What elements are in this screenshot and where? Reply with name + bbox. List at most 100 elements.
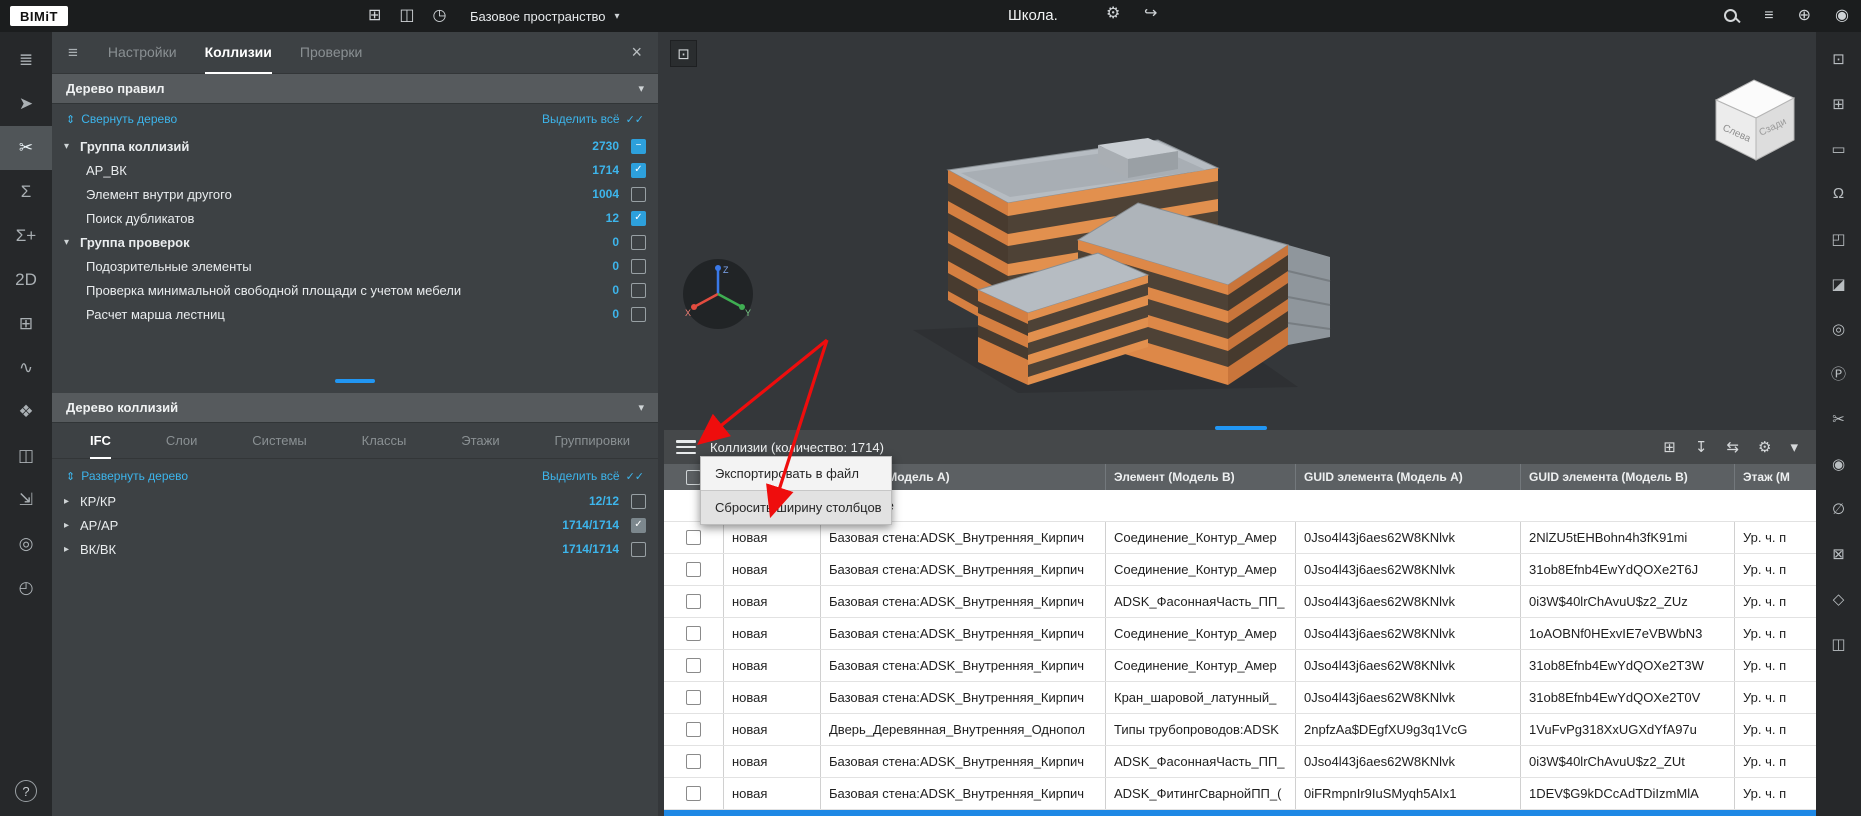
settings-icon[interactable]: ⚙ [1106,6,1120,22]
region-capture-button[interactable]: ⊡ [670,40,697,67]
share-icon[interactable]: ↪ [1144,6,1157,22]
row-checkbox[interactable] [686,690,701,705]
view-cube[interactable]: Слева Сзади [1698,70,1810,166]
search-icon[interactable] [1723,8,1740,25]
menu-list-icon[interactable]: ≡ [1764,8,1773,24]
collisions-tree-item[interactable]: ▸КР/КР12/12 [52,489,658,513]
tab-ifc[interactable]: IFC [90,425,111,459]
tree-item-checkbox[interactable] [631,235,646,250]
rules-tree-item[interactable]: ▾Группа проверок0 [52,230,658,254]
collision-row[interactable]: новаяБазовая стена:ADSK_Внутренняя_Кирпи… [664,778,1816,810]
collisions-tree-item[interactable]: ▸АР/АР1714/1714✓ [52,513,658,537]
tab-groupings[interactable]: Группировки [554,425,630,459]
tab-floors[interactable]: Этажи [461,425,499,459]
show-eye-icon[interactable]: ◉ [1816,441,1861,486]
toolbox-icon[interactable]: ⊞ [368,8,381,24]
expander-icon[interactable]: ▸ [64,496,80,507]
transparency-icon[interactable]: ◫ [1816,621,1861,666]
row-checkbox[interactable] [686,786,701,801]
collision-row[interactable]: новаяБазовая стена:ADSK_Внутренняя_Кирпи… [664,746,1816,778]
tree-item-checkbox[interactable] [631,307,646,322]
row-checkbox[interactable] [686,658,701,673]
collision-row[interactable]: новаяДверь_Деревянная_Внутренняя_Однопол… [664,714,1816,746]
plugins-tool[interactable]: ❖ [0,390,52,434]
plan-view-icon[interactable]: Ⓟ [1816,351,1861,396]
fit-view-icon[interactable]: ⊡ [1816,36,1861,81]
collisions-tool[interactable]: ✂ [0,126,52,170]
table-menu-icon[interactable] [676,440,696,454]
history-icon[interactable]: ◷ [433,8,447,24]
tab-checks[interactable]: Проверки [300,32,362,74]
column-header[interactable]: Этаж (М [1735,464,1816,490]
tree-item-checkbox[interactable]: − [631,139,646,154]
model-tree-tool[interactable]: ≣ [0,38,52,82]
model-cube-icon[interactable]: ◇ [1816,576,1861,621]
tab-layers[interactable]: Слои [166,425,198,459]
workspace-dropdown[interactable]: Базовое пространство ▾ [470,0,620,32]
row-checkbox[interactable] [686,754,701,769]
collisions-section-header[interactable]: Дерево коллизий ▾ [52,393,658,423]
rules-tree-item[interactable]: Расчет марша лестниц0 [52,302,658,326]
rules-tree-item[interactable]: ▾Группа коллизий2730− [52,134,658,158]
rules-tree-item[interactable]: Поиск дубликатов12✓ [52,206,658,230]
export-tool[interactable]: ⇲ [0,478,52,522]
tree-item-checkbox[interactable]: ✓ [631,211,646,226]
user-icon[interactable]: ◉ [1835,8,1849,24]
rules-tree-item[interactable]: Подозрительные элементы0 [52,254,658,278]
rules-tree-item[interactable]: Проверка минимальной свободной площади с… [52,278,658,302]
tree-item-checkbox[interactable] [631,542,646,557]
tab-collisions[interactable]: Коллизии [205,32,272,74]
collision-row[interactable]: новаяБазовая стена:ADSK_Внутренняя_Кирпи… [664,586,1816,618]
close-icon[interactable]: × [631,42,642,63]
table-settings-icon[interactable]: ⚙ [1758,440,1771,455]
ruler-icon[interactable]: ▭ [1816,126,1861,171]
app-logo[interactable]: BIMiT [10,6,68,26]
collapse-tree-link[interactable]: ⇕ Свернуть дерево [66,112,177,126]
axis-gizmo[interactable]: Z X Y [678,254,758,334]
team-icon[interactable]: ◫ [399,8,414,24]
sum-plus-tool[interactable]: Σ+ [0,214,52,258]
collision-row[interactable]: новаяБазовая стена:ADSK_Внутренняя_Кирпи… [664,618,1816,650]
section-plane-icon[interactable]: ◪ [1816,261,1861,306]
rules-section-header[interactable]: Дерево правил ▾ [52,74,658,104]
expander-icon[interactable]: ▾ [64,141,80,152]
row-checkbox[interactable] [686,722,701,737]
row-checkbox[interactable] [686,594,701,609]
expander-icon[interactable]: ▸ [64,520,80,531]
menu-item-export-file[interactable]: Экспортировать в файл [701,457,891,490]
collision-row[interactable]: новаяБазовая стена:ADSK_Внутренняя_Кирпи… [664,554,1816,586]
expander-icon[interactable]: ▾ [64,237,80,248]
section-box-icon[interactable]: ◰ [1816,216,1861,261]
collision-row[interactable]: новаяБазовая стена:ADSK_Внутренняя_Кирпи… [664,522,1816,554]
school-model[interactable] [858,85,1418,435]
import-icon[interactable]: ↧ [1695,440,1708,455]
rules-tree-item[interactable]: Элемент внутри другого1004 [52,182,658,206]
cut-icon[interactable]: ✂ [1816,396,1861,441]
view-copy-icon[interactable]: ⊞ [1816,81,1861,126]
sum-tool[interactable]: Σ [0,170,52,214]
tab-classes[interactable]: Классы [362,425,407,459]
tree-item-checkbox[interactable] [631,259,646,274]
tab-systems[interactable]: Системы [252,425,306,459]
globe-icon[interactable]: ⊕ [1798,8,1811,24]
column-header[interactable]: GUID элемента (Модель B) [1521,464,1735,490]
center-target-icon[interactable]: ◎ [1816,306,1861,351]
column-header[interactable]: Элемент (Модель B) [1106,464,1296,490]
row-checkbox[interactable] [686,626,701,641]
magnet-icon[interactable]: Ω [1816,171,1861,216]
hide-eye-icon[interactable]: ∅ [1816,486,1861,531]
tree-item-checkbox[interactable]: ✓ [631,163,646,178]
rules-tree-item[interactable]: АР_ВК1714✓ [52,158,658,182]
select-tool[interactable]: ➤ [0,82,52,126]
panel-menu-icon[interactable]: ≡ [68,43,78,63]
row-checkbox[interactable] [686,530,701,545]
collision-row[interactable]: новаяБазовая стена:ADSK_Внутренняя_Кирпи… [664,682,1816,714]
tab-settings[interactable]: Настройки [108,32,177,74]
help-button[interactable]: ? [15,780,37,802]
column-header[interactable]: GUID элемента (Модель А) [1296,464,1521,490]
panel-resize-handle[interactable] [335,379,375,383]
expand-tree-link[interactable]: ⇕ Развернуть дерево [66,469,188,483]
gauge-tool[interactable]: ◴ [0,566,52,610]
select-all-rules-link[interactable]: Выделить всё ✓✓ [542,112,644,126]
menu-item-reset-column-width[interactable]: Сбросить ширину столбцов [701,491,891,524]
